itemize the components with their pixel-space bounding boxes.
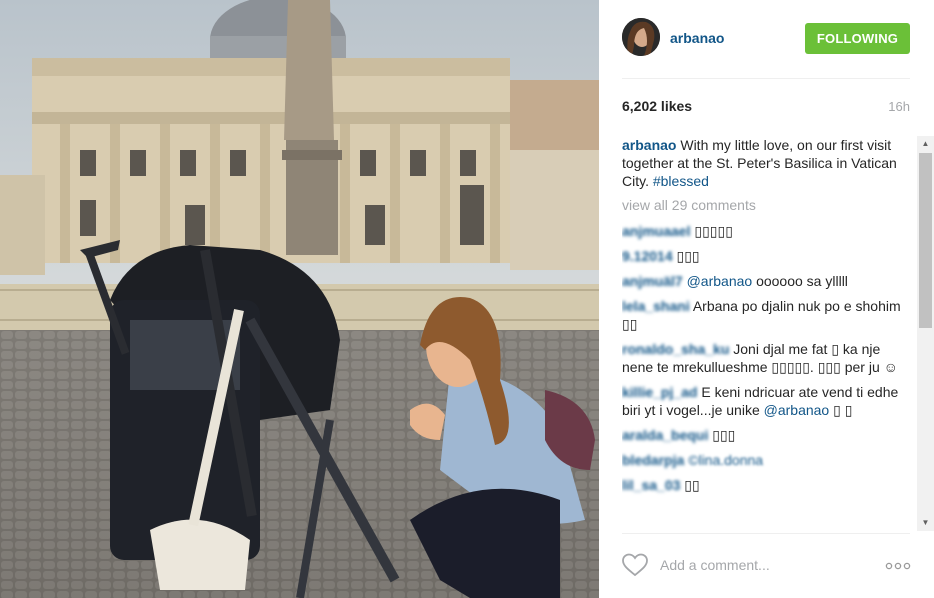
comments-scrollbar[interactable]: ▲ ▼ (917, 136, 934, 531)
list-item: 9.12014 ▯▯▯ (622, 247, 912, 265)
comment-text: oooooo sa ylllll (756, 273, 848, 289)
more-options-icon[interactable] (885, 558, 911, 574)
hashtag-link[interactable]: #blessed (653, 173, 709, 189)
list-item: ronaldo_sha_ku Joni djal me fat ▯ ka nje… (622, 340, 912, 376)
comment-text: ▯▯ (684, 477, 700, 493)
comment-username-link[interactable]: 9.12014 (622, 248, 673, 264)
comment-text: ▯▯▯▯▯ (694, 223, 733, 239)
add-comment-input[interactable] (660, 555, 870, 575)
comment-username-link[interactable]: lela_shani (622, 298, 690, 314)
list-item: aralda_bequi ▯▯▯ (622, 426, 912, 444)
header-divider (622, 78, 910, 79)
mention-link[interactable]: @arbanao (687, 273, 753, 289)
mention-link[interactable]: @arbanao (764, 402, 830, 418)
scroll-thumb[interactable] (919, 153, 932, 328)
list-item: bledarpja ©lina.donna (622, 451, 912, 469)
comment-text: ©lina.donna (688, 452, 764, 468)
comment-username-link[interactable]: ronaldo_sha_ku (622, 341, 729, 357)
comment-list: arbanao With my little love, on our firs… (622, 136, 912, 530)
comment-username-link[interactable]: lil_sa_03 (622, 477, 680, 493)
like-count[interactable]: 6,202 likes (622, 98, 692, 114)
heart-outline-icon[interactable] (621, 553, 649, 577)
avatar[interactable] (622, 18, 660, 56)
comment-username-link[interactable]: bledarpja (622, 452, 684, 468)
caption: arbanao With my little love, on our firs… (622, 136, 912, 190)
view-all-comments-link[interactable]: view all 29 comments (622, 196, 912, 214)
comment-username-link[interactable]: anjmuäl7 (622, 273, 683, 289)
comment-username-link[interactable]: killie_pj_ad (622, 384, 697, 400)
caption-username-link[interactable]: arbanao (622, 137, 676, 153)
post-photo[interactable] (0, 0, 599, 598)
scroll-down-arrow-icon[interactable]: ▼ (917, 515, 934, 531)
post-timestamp[interactable]: 16h (888, 99, 910, 114)
list-item: lil_sa_03 ▯▯ (622, 476, 912, 494)
scroll-up-arrow-icon[interactable]: ▲ (917, 136, 934, 152)
list-item: anjmuäl7 @arbanao oooooo sa ylllll (622, 272, 912, 290)
list-item: killie_pj_ad E keni ndricuar ate vend ti… (622, 383, 912, 419)
post-header: arbanao FOLLOWING (599, 0, 934, 78)
comment-username-link[interactable]: anjmuaael (622, 223, 690, 239)
avatar-image (622, 18, 660, 56)
footer-divider (622, 533, 910, 534)
photo-illustration (0, 0, 599, 598)
list-item: anjmuaael ▯▯▯▯▯ (622, 222, 912, 240)
comment-text: ▯▯▯ (712, 427, 736, 443)
following-button[interactable]: FOLLOWING (805, 23, 910, 54)
post-details-panel: arbanao FOLLOWING 6,202 likes 16h arbana… (599, 0, 934, 598)
header-username-link[interactable]: arbanao (670, 30, 724, 46)
list-item: lela_shani Arbana po djalin nuk po e sho… (622, 297, 912, 333)
comment-trailing-emoji: ▯ ▯ (833, 402, 853, 418)
comment-text: ▯▯▯ (676, 248, 700, 264)
comment-username-link[interactable]: aralda_bequi (622, 427, 708, 443)
